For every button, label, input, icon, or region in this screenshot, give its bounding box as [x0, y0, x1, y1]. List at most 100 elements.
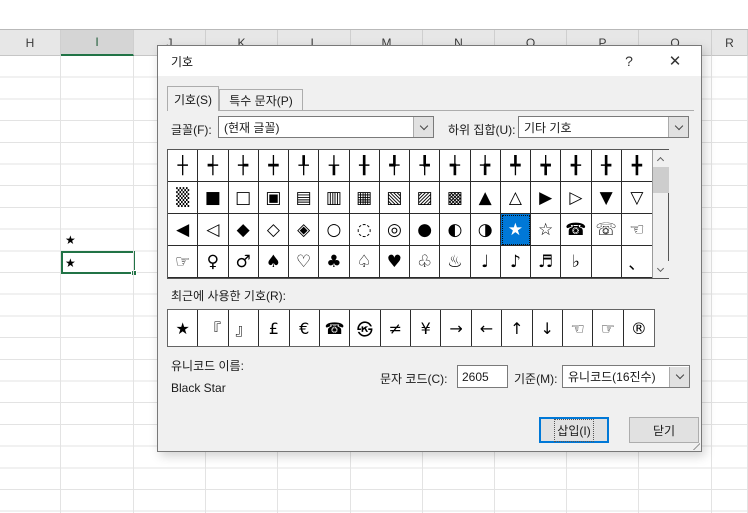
- symbol-cell[interactable]: ╄: [410, 150, 441, 182]
- subset-dropdown-button[interactable]: [668, 117, 688, 137]
- symbol-cell[interactable]: ▨: [410, 182, 441, 214]
- symbol-cell[interactable]: ♣: [319, 246, 350, 278]
- symbol-cell[interactable]: ╈: [531, 150, 562, 182]
- subset-select[interactable]: 기타 기호: [518, 116, 689, 138]
- symbol-cell[interactable]: ╉: [561, 150, 592, 182]
- symbol-cell[interactable]: ┼: [168, 150, 199, 182]
- symbol-cell[interactable]: ▷: [561, 182, 592, 214]
- from-select[interactable]: 유니코드(16진수): [562, 365, 690, 388]
- cell-selection-border[interactable]: [61, 251, 137, 276]
- symbol-cell[interactable]: ■: [198, 182, 229, 214]
- symbol-cell[interactable]: ╂: [349, 150, 380, 182]
- recent-symbol-cell[interactable]: ★: [168, 310, 199, 346]
- symbol-cell[interactable]: ◐: [440, 214, 471, 246]
- symbol-cell[interactable]: ╅: [440, 150, 471, 182]
- symbol-cell[interactable]: ◆: [228, 214, 259, 246]
- symbol-cell[interactable]: ┾: [228, 150, 259, 182]
- symbol-cell[interactable]: ♩: [470, 246, 501, 278]
- scroll-up-button[interactable]: [652, 150, 669, 167]
- tab-symbols[interactable]: 기호(S): [167, 86, 219, 111]
- symbol-cell[interactable]: ♪: [500, 246, 531, 278]
- symbol-cell[interactable]: ▩: [440, 182, 471, 214]
- symbol-cell[interactable]: ▧: [379, 182, 410, 214]
- symbol-cell[interactable]: ╁: [319, 150, 350, 182]
- fill-handle[interactable]: [131, 270, 137, 276]
- symbol-cell[interactable]: ☎: [561, 214, 592, 246]
- font-dropdown-button[interactable]: [413, 117, 433, 137]
- recent-symbol-cell[interactable]: ☜: [563, 310, 594, 346]
- symbol-cell[interactable]: ╋: [621, 150, 652, 182]
- symbol-cell[interactable]: ▦: [349, 182, 380, 214]
- symbol-cell[interactable]: ╇: [500, 150, 531, 182]
- char-code-input[interactable]: [457, 365, 508, 388]
- cell-with-star[interactable]: ★: [61, 230, 134, 252]
- from-dropdown-button[interactable]: [669, 366, 689, 387]
- symbol-cell[interactable]: ▒: [168, 182, 199, 214]
- symbol-cell[interactable]: ▲: [470, 182, 501, 214]
- tab-special-characters[interactable]: 특수 문자(P): [219, 89, 303, 110]
- symbol-cell[interactable]: ▥: [319, 182, 350, 214]
- help-button[interactable]: ?: [609, 46, 649, 76]
- symbol-cell[interactable]: ◀: [168, 214, 199, 246]
- symbol-cell[interactable]: ♥: [379, 246, 410, 278]
- recent-symbol-cell[interactable]: ☎: [320, 310, 351, 346]
- symbol-cell[interactable]: ◇: [258, 214, 289, 246]
- symbol-cell[interactable]: ╊: [591, 150, 622, 182]
- symbol-cell[interactable]: ○: [319, 214, 350, 246]
- symbol-cell[interactable]: ╆: [470, 150, 501, 182]
- recent-symbol-cell[interactable]: ☞: [593, 310, 624, 346]
- recent-symbol-cell[interactable]: →: [441, 310, 472, 346]
- recent-symbol-cell[interactable]: ↓: [533, 310, 563, 346]
- symbol-cell[interactable]: ♠: [258, 246, 289, 278]
- column-header-H[interactable]: H: [0, 30, 61, 56]
- font-select[interactable]: (현재 글꼴): [218, 116, 434, 138]
- symbol-cell[interactable]: ▼: [591, 182, 622, 214]
- close-icon[interactable]: ✕: [655, 46, 695, 76]
- recent-symbol-cell[interactable]: 』: [229, 310, 260, 346]
- symbol-cell[interactable]: ☏: [591, 214, 622, 246]
- symbol-cell[interactable]: ╃: [379, 150, 410, 182]
- dialog-titlebar[interactable]: 기호 ? ✕: [158, 46, 701, 76]
- symbol-cell[interactable]: ◈: [289, 214, 320, 246]
- symbol-cell[interactable]: ╀: [289, 150, 320, 182]
- symbol-cell[interactable]: ♡: [289, 246, 320, 278]
- symbol-cell[interactable]: □: [228, 182, 259, 214]
- recent-symbol-cell[interactable]: £: [259, 310, 290, 346]
- grid-scrollbar[interactable]: [652, 150, 669, 278]
- recent-symbol-cell[interactable]: ㉿: [350, 310, 381, 346]
- symbol-cell[interactable]: ♤: [349, 246, 380, 278]
- symbol-cell[interactable]: [591, 246, 622, 278]
- symbol-cell[interactable]: ▤: [289, 182, 320, 214]
- recent-symbol-cell[interactable]: ¥: [411, 310, 442, 346]
- symbol-cell[interactable]: ♂: [228, 246, 259, 278]
- symbol-cell[interactable]: ◎: [379, 214, 410, 246]
- recent-symbol-cell[interactable]: 『: [198, 310, 229, 346]
- recent-symbol-cell[interactable]: ←: [472, 310, 503, 346]
- recent-symbol-cell[interactable]: ↑: [502, 310, 533, 346]
- symbol-cell[interactable]: ┿: [258, 150, 289, 182]
- symbol-cell[interactable]: ◁: [198, 214, 229, 246]
- close-button[interactable]: 닫기: [629, 417, 699, 443]
- column-header-I[interactable]: I: [61, 30, 134, 56]
- symbol-cell[interactable]: ▣: [258, 182, 289, 214]
- recent-symbol-cell[interactable]: €: [290, 310, 320, 346]
- symbol-cell[interactable]: ♧: [410, 246, 441, 278]
- symbol-cell[interactable]: ♬: [531, 246, 562, 278]
- symbol-cell[interactable]: ┽: [198, 150, 229, 182]
- symbol-cell[interactable]: ◑: [470, 214, 501, 246]
- recent-symbol-cell[interactable]: ≠: [381, 310, 411, 346]
- scroll-down-button[interactable]: [652, 261, 669, 278]
- symbol-cell[interactable]: ♨: [440, 246, 471, 278]
- symbol-cell[interactable]: ☜: [621, 214, 652, 246]
- symbol-cell[interactable]: △: [500, 182, 531, 214]
- symbol-cell[interactable]: ▶: [531, 182, 562, 214]
- symbol-cell[interactable]: ☞: [168, 246, 199, 278]
- symbol-cell[interactable]: ◌: [349, 214, 380, 246]
- symbol-cell[interactable]: ♀: [198, 246, 229, 278]
- insert-button[interactable]: 삽입(I): [539, 417, 609, 443]
- symbol-cell[interactable]: ●: [410, 214, 441, 246]
- symbol-cell-selected[interactable]: ★: [500, 214, 531, 246]
- symbol-cell[interactable]: ☆: [531, 214, 562, 246]
- symbol-cell[interactable]: ♭: [561, 246, 592, 278]
- symbol-cell[interactable]: 、: [621, 246, 652, 278]
